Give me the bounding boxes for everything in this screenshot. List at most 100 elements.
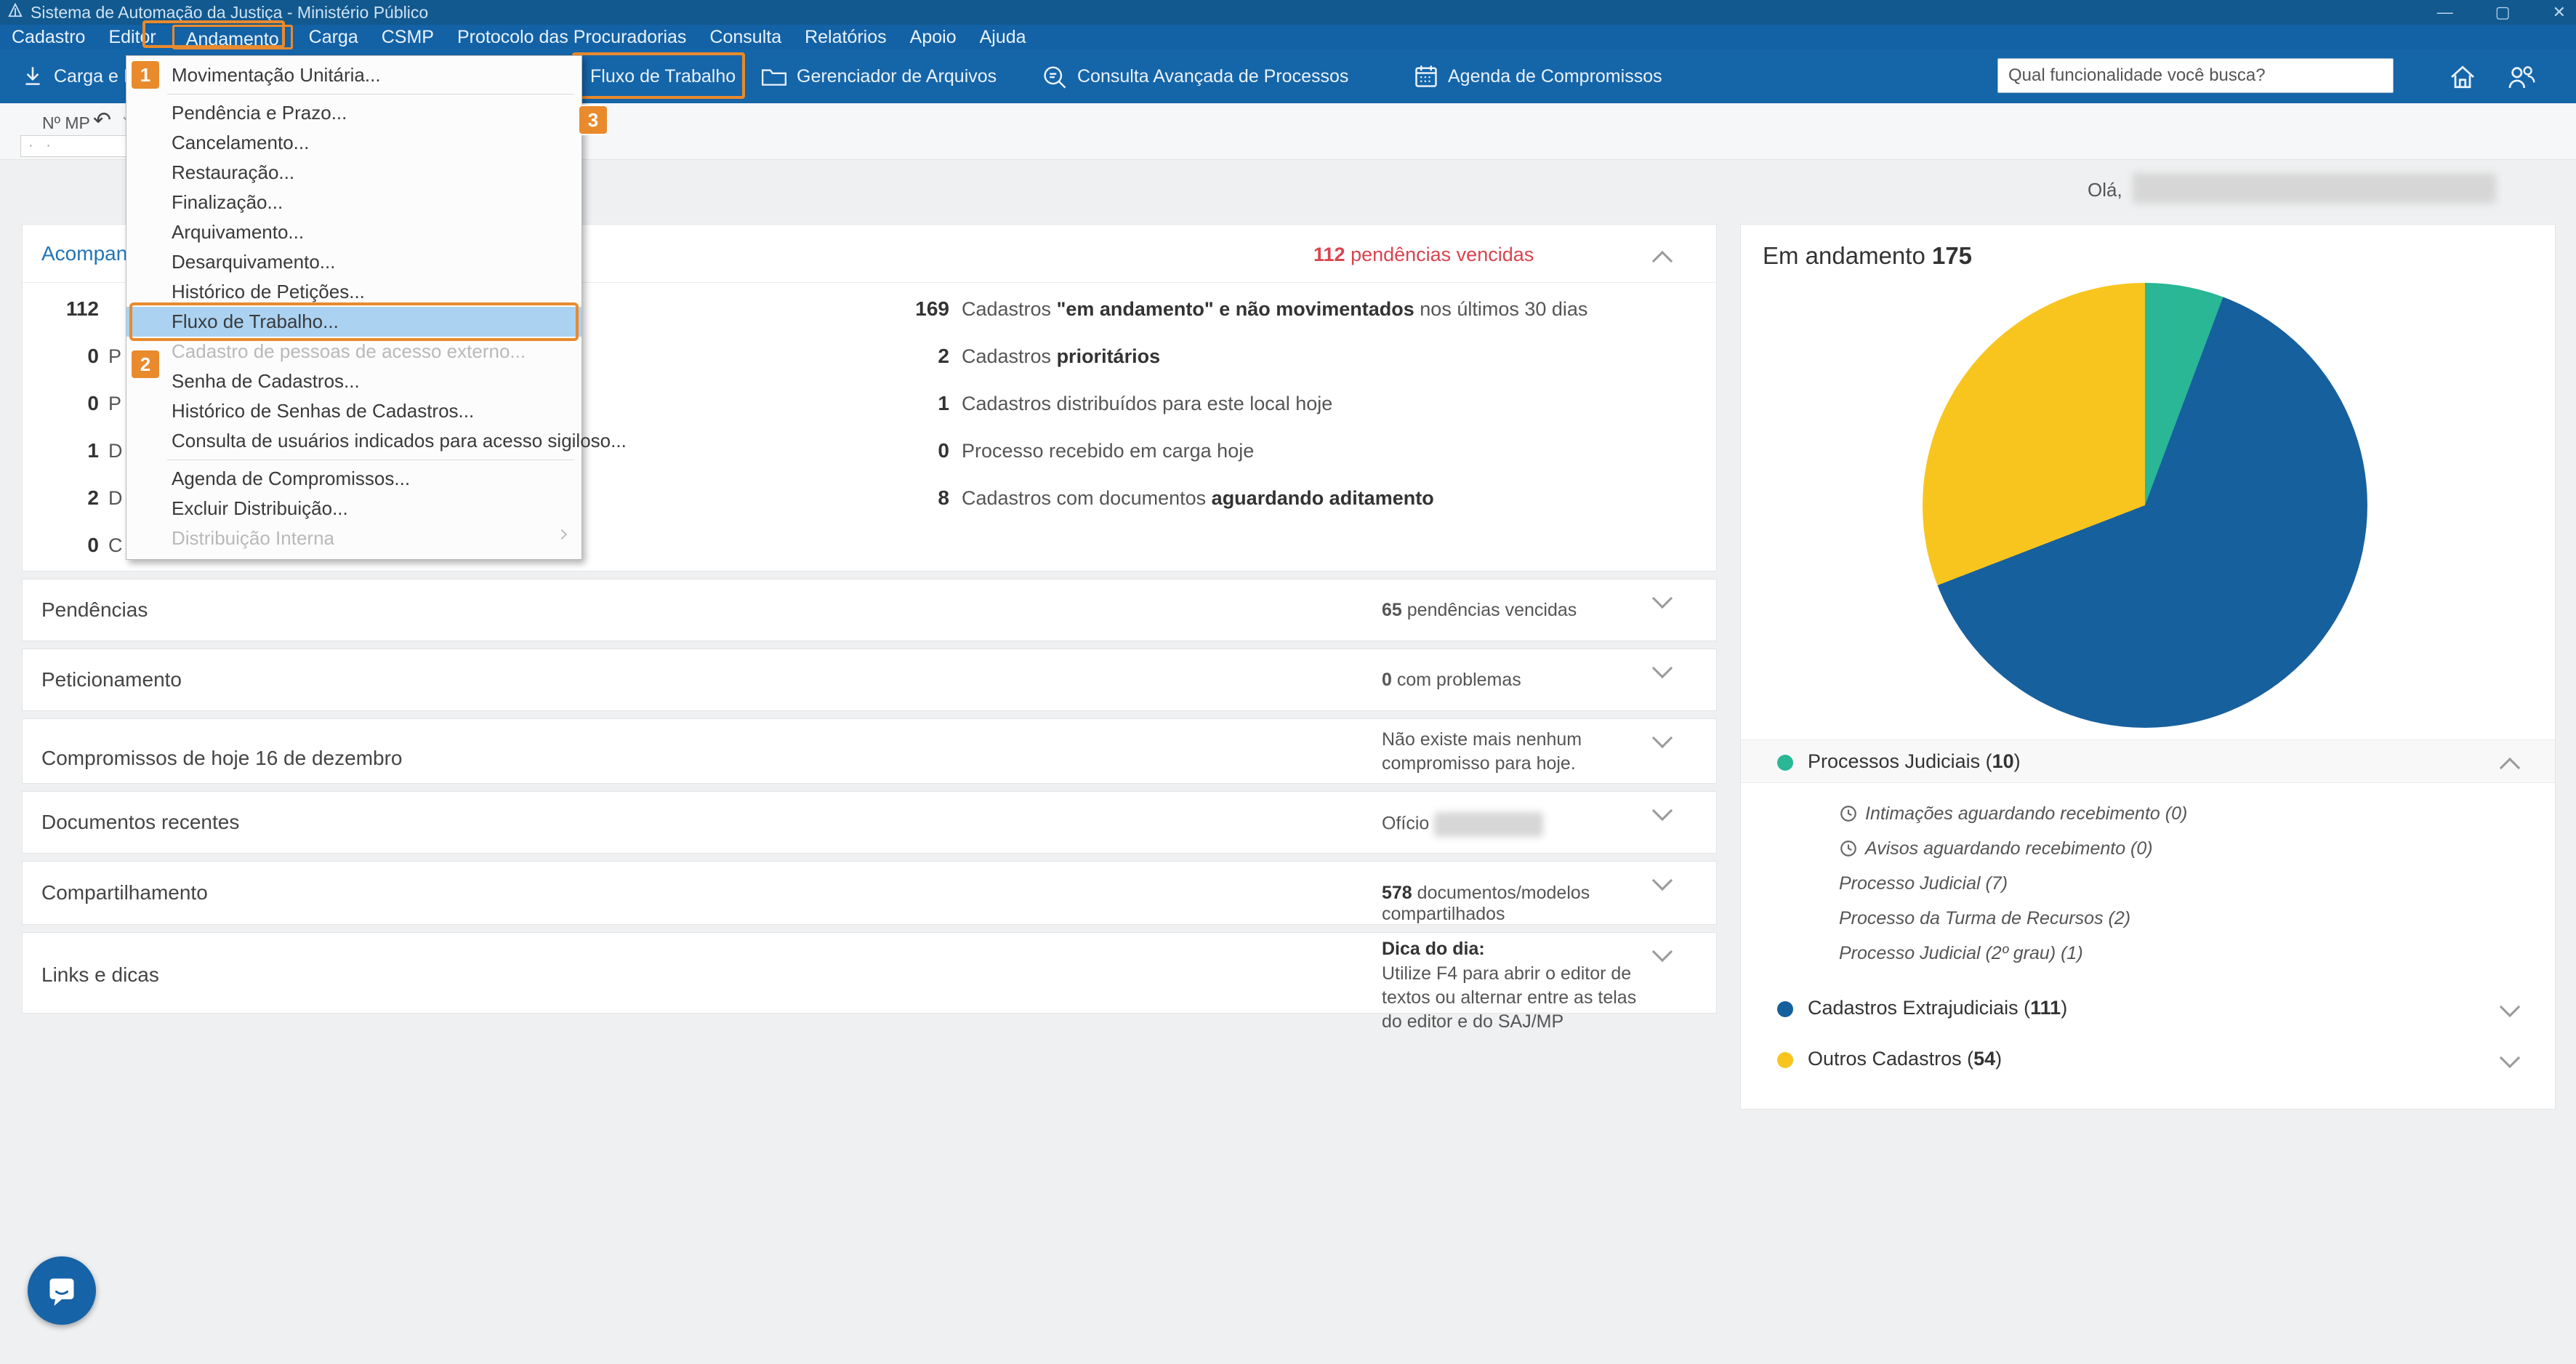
chevron-down-icon[interactable] [1651, 727, 1673, 749]
menu-protocolo[interactable]: Protocolo das Procuradorias [446, 25, 698, 49]
info-row-value: 169 [915, 297, 949, 320]
calendar-icon [1415, 65, 1437, 87]
menu-carga[interactable]: Carga [297, 25, 370, 49]
undo-icon[interactable]: ↶ [93, 108, 111, 133]
document-name-redacted [1434, 812, 1544, 837]
gerenciador-arquivos-button[interactable]: Gerenciador de Arquivos [760, 49, 997, 103]
left-row-label-fragment: P [108, 345, 122, 367]
accordion-documentos-recentes[interactable]: Documentos recentes Ofício [22, 791, 1717, 854]
consulta-avancada-button[interactable]: Consulta Avançada de Processos [1041, 49, 1348, 103]
accordion-peticionamento[interactable]: Peticionamento 0 com problemas [22, 649, 1717, 711]
menu-item-senha-cadastros[interactable]: Senha de Cadastros... [126, 366, 581, 396]
accordion-links-dicas[interactable]: Links e dicas Dica do dia: Utilize F4 pa… [22, 932, 1717, 1032]
menu-csmp[interactable]: CSMP [370, 25, 446, 49]
menu-item-finalizacao[interactable]: Finalização... [126, 188, 581, 217]
accordion-title: Compromissos de hoje 16 de dezembro [41, 747, 403, 769]
chevron-up-icon[interactable] [1651, 250, 1673, 272]
search-input[interactable] [1997, 58, 2394, 93]
accordion-status: Ofício [1382, 812, 1544, 837]
menu-andamento[interactable]: Andamento [172, 25, 293, 49]
accordion-status: 0 com problemas [1382, 670, 1521, 690]
menu-item-excluir-distribuicao[interactable]: Excluir Distribuição... [126, 494, 581, 523]
legend-processos-judiciais[interactable]: Processos Judiciais (10) [1741, 739, 2555, 783]
legend-cadastros-extrajudiciais[interactable]: Cadastros Extrajudiciais (111) [1741, 987, 2555, 1030]
users-icon[interactable] [2506, 63, 2537, 95]
submenu-arrow-icon [556, 529, 568, 540]
left-row-label-fragment: D [108, 440, 123, 462]
left-row-value: 112 [65, 297, 99, 320]
pendencias-vencidas-header: 112 pendências vencidas [1313, 244, 1534, 265]
chevron-down-icon[interactable] [1651, 657, 1673, 679]
process-number-input[interactable]: · · [20, 135, 129, 157]
pie-chart [1923, 283, 2367, 728]
accordion-title: Pendências [41, 598, 148, 621]
legend-subitem[interactable]: Processo Judicial (7) [1839, 869, 2008, 898]
accordion-title: Documentos recentes [41, 811, 240, 833]
menu-item-pendencia-prazo[interactable]: Pendência e Prazo... [126, 98, 581, 128]
annotation-step-3: 3 [579, 106, 607, 134]
minimize-button[interactable]: — [2437, 3, 2453, 22]
menu-item-historico-senhas[interactable]: Histórico de Senhas de Cadastros... [126, 396, 581, 426]
legend-label: Processos Judiciais (10) [1808, 750, 2021, 772]
info-row-label: Cadastros "em andamento" e não movimenta… [962, 298, 1588, 320]
accordion-compromissos[interactable]: Compromissos de hoje 16 de dezembro Não … [22, 718, 1717, 784]
menu-item-consulta-usuarios-sigiloso[interactable]: Consulta de usuários indicados para aces… [126, 426, 627, 456]
legend-label: Outros Cadastros (54) [1808, 1048, 2003, 1070]
tip-title: Dica do dia: [1382, 939, 1485, 959]
info-row-label: Cadastros prioritários [962, 345, 1161, 367]
accordion-status: 578 documentos/modelos compartilhados [1382, 883, 1590, 924]
right-panel-title: Em andamento 175 [1763, 242, 1973, 269]
menu-item-historico-peticoes[interactable]: Histórico de Petições... [126, 277, 581, 307]
menu-editor[interactable]: Editor [97, 25, 167, 49]
left-row-value: 2 [87, 486, 99, 509]
menu-item-fluxo-de-trabalho[interactable]: Fluxo de Trabalho... [126, 302, 581, 341]
accordion-compartilhamento[interactable]: Compartilhamento 578 documentos/modelos … [22, 861, 1717, 925]
chevron-up-icon[interactable] [2499, 757, 2521, 779]
legend-outros-cadastros[interactable]: Outros Cadastros (54) [1741, 1038, 2555, 1081]
menu-item-cancelamento[interactable]: Cancelamento... [126, 128, 581, 158]
yellow-dot-icon [1777, 1052, 1793, 1068]
accordion-status: Não existe mais nenhum compromisso para … [1382, 729, 1582, 774]
menu-item-arquivamento[interactable]: Arquivamento... [126, 217, 581, 247]
process-number-label: Nº MP [42, 113, 90, 132]
title-bar: Sistema de Automação da Justiça - Minist… [0, 0, 2576, 25]
menu-item-movimentacao-unitaria[interactable]: Movimentação Unitária... [126, 60, 581, 90]
menu-apoio[interactable]: Apoio [898, 25, 968, 49]
legend-subitem[interactable]: Processo Judicial (2º grau) (1) [1839, 939, 2083, 968]
download-icon [25, 67, 40, 85]
menu-relatorios[interactable]: Relatórios [793, 25, 898, 49]
left-row-value: 1 [87, 439, 99, 462]
left-row-value: 0 [87, 392, 99, 414]
menu-ajuda[interactable]: Ajuda [968, 25, 1038, 49]
chevron-down-icon[interactable] [2499, 1047, 2521, 1069]
home-icon[interactable] [2448, 63, 2477, 95]
info-row-value: 2 [938, 345, 949, 367]
legend-subitem[interactable]: Intimações aguardando recebimento (0) [1839, 799, 2187, 828]
accordion-pendencias[interactable]: Pendências 65 pendências vencidas [22, 579, 1717, 641]
chevron-down-icon[interactable] [1651, 941, 1673, 963]
chevron-down-icon[interactable] [2499, 996, 2521, 1018]
chevron-down-icon[interactable] [1651, 800, 1673, 822]
menu-item-agenda-compromissos[interactable]: Agenda de Compromissos... [126, 464, 581, 494]
agenda-compromissos-button[interactable]: Agenda de Compromissos [1413, 49, 1662, 103]
blue-dot-icon [1777, 1001, 1793, 1017]
user-name-redacted [2133, 173, 2496, 204]
legend-subitem[interactable]: Processo da Turma de Recursos (2) [1839, 904, 2130, 933]
clock-icon [1840, 806, 1856, 822]
menu-cadastro[interactable]: Cadastro [0, 25, 97, 49]
legend-subitem[interactable]: Avisos aguardando recebimento (0) [1839, 834, 2153, 863]
chevron-down-icon[interactable] [1651, 587, 1673, 609]
window-title: Sistema de Automação da Justiça - Minist… [31, 2, 429, 22]
chat-fab-button[interactable] [28, 1256, 96, 1325]
tip-text: Utilize F4 para abrir o editor de textos… [1382, 963, 1637, 1032]
fluxo-de-trabalho-button[interactable]: Fluxo de Trabalho [590, 49, 736, 103]
greeting-label: Olá, [2088, 179, 2122, 201]
maximize-button[interactable]: ▢ [2495, 3, 2511, 22]
info-row-label: Cadastros distribuídos para este local h… [962, 393, 1333, 414]
teal-dot-icon [1777, 755, 1793, 771]
left-row-value: 0 [87, 534, 99, 556]
menu-item-desarquivamento[interactable]: Desarquivamento... [126, 247, 581, 277]
menu-consulta[interactable]: Consulta [698, 25, 793, 49]
close-button[interactable]: ✕ [2553, 3, 2566, 22]
menu-item-restauracao[interactable]: Restauração... [126, 158, 581, 188]
